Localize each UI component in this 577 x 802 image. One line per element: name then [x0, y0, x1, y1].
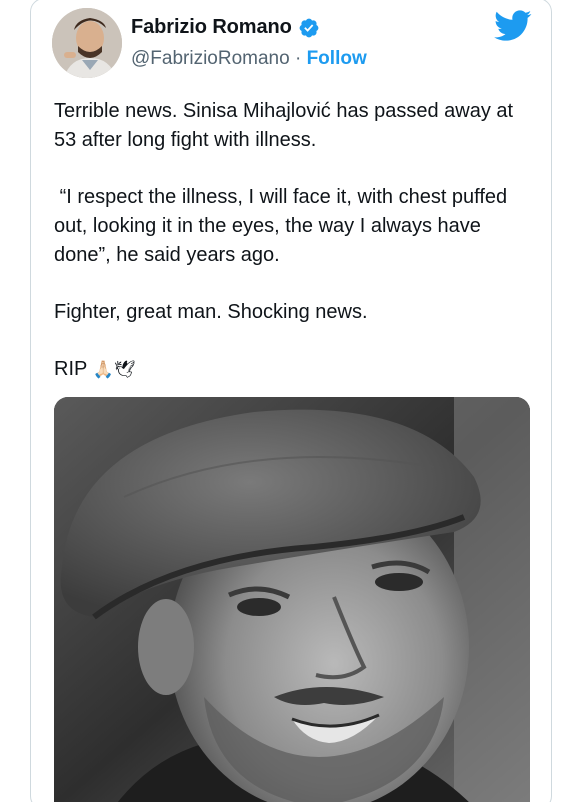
author-handle[interactable]: @FabrizioRomano — [131, 48, 290, 69]
portrait-photo — [54, 397, 530, 802]
tweet-paragraph-1: Terrible news. Sinisa Mihajlović has pas… — [54, 100, 519, 151]
praying-hands-dove-emoji-icon: 🙏🏻🕊 — [92, 360, 136, 379]
author-display-name[interactable]: Fabrizio Romano — [131, 16, 292, 39]
verified-badge-icon — [299, 18, 319, 37]
avatar-photo — [52, 8, 122, 78]
rip-text: RIP — [54, 358, 87, 380]
twitter-bird-icon[interactable] — [494, 10, 532, 42]
avatar[interactable] — [52, 8, 122, 78]
follow-button[interactable]: Follow — [307, 48, 367, 69]
tweet-paragraph-2: “I respect the illness, I will face it, … — [54, 186, 513, 266]
tweet-paragraph-3: Fighter, great man. Shocking news. — [54, 301, 368, 323]
tweet-media-photo[interactable] — [54, 397, 530, 802]
tweet-paragraph-4: RIP 🙏🏻🕊 — [54, 355, 534, 384]
handle-separator: · — [294, 48, 302, 69]
author-name-row[interactable]: Fabrizio Romano — [131, 16, 320, 39]
tweet-text: Terrible news. Sinisa Mihajlović has pas… — [54, 97, 534, 384]
author-handle-row: @FabrizioRomano · Follow — [131, 48, 367, 70]
